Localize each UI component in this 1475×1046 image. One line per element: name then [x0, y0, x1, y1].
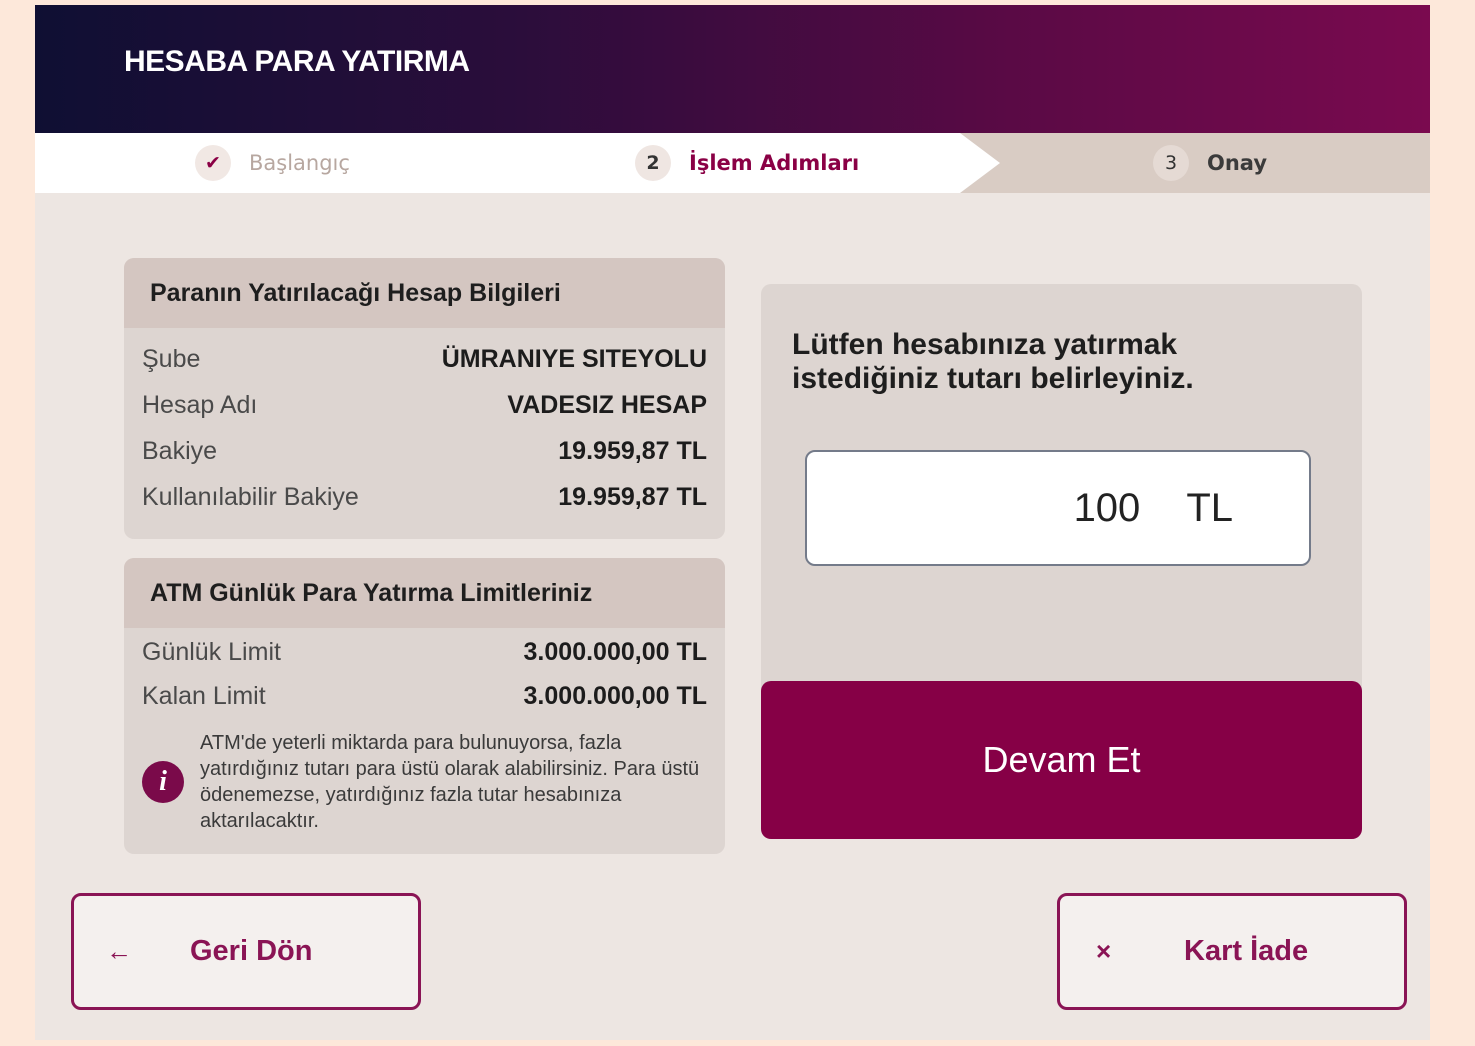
row-value: 19.959,87 TL [558, 436, 707, 465]
info-row-balance: Bakiye 19.959,87 TL [142, 434, 707, 468]
close-icon: × [1096, 936, 1112, 966]
amount-value: 100 [1073, 485, 1141, 530]
card-return-button[interactable]: × Kart İade [1057, 893, 1407, 1010]
info-icon: i [142, 761, 184, 803]
card-title: ATM Günlük Para Yatırma Limitleriniz [124, 558, 725, 628]
step-label: İşlem Adımları [689, 151, 860, 175]
limit-row-remaining: Kalan Limit 3.000.000,00 TL [142, 679, 707, 713]
step-label: Başlangıç [249, 151, 350, 175]
row-value: 19.959,87 TL [558, 482, 707, 511]
amount-input[interactable]: 100 TL [805, 450, 1311, 566]
step-start: ✔ Başlangıç [195, 133, 350, 193]
amount-panel: Lütfen hesabınıza yatırmak istediğiniz t… [761, 284, 1362, 704]
progress-stepper: ✔ Başlangıç 2 İşlem Adımları 3 Onay [35, 133, 1430, 193]
row-value: VADESIZ HESAP [507, 390, 707, 419]
step-confirm: 3 Onay [1153, 133, 1267, 193]
row-value: ÜMRANIYE SITEYOLU [441, 344, 707, 373]
currency-label: TL [1186, 485, 1233, 530]
page-title: HESABA PARA YATIRMA [124, 45, 470, 78]
atm-screen: HESABA PARA YATIRMA ✔ Başlangıç 2 İşlem … [35, 5, 1430, 1040]
amount-prompt: Lütfen hesabınıza yatırmak istediğiniz t… [792, 328, 1194, 395]
step-transaction: 2 İşlem Adımları [635, 133, 859, 193]
deposit-limits-card: ATM Günlük Para Yatırma Limitleriniz Gün… [124, 558, 725, 854]
back-label: Geri Dön [190, 935, 313, 967]
row-value: 3.000.000,00 TL [523, 681, 707, 710]
row-label: Günlük Limit [142, 637, 281, 666]
row-value: 3.000.000,00 TL [523, 637, 707, 666]
header: HESABA PARA YATIRMA [35, 5, 1430, 133]
account-info-card: Paranın Yatırılacağı Hesap Bilgileri Şub… [124, 258, 725, 539]
info-row-available-balance: Kullanılabilir Bakiye 19.959,87 TL [142, 480, 707, 514]
info-row-account-name: Hesap Adı VADESIZ HESAP [142, 388, 707, 422]
card-title: Paranın Yatırılacağı Hesap Bilgileri [124, 258, 725, 328]
step-number: 3 [1153, 145, 1189, 181]
row-label: Şube [142, 344, 201, 373]
limit-row-daily: Günlük Limit 3.000.000,00 TL [142, 635, 707, 669]
change-info-note: i ATM'de yeterli miktarda para bulunuyor… [142, 730, 712, 834]
info-text: ATM'de yeterli miktarda para bulunuyorsa… [200, 732, 700, 832]
info-row-branch: Şube ÜMRANIYE SITEYOLU [142, 342, 707, 376]
card-return-label: Kart İade [1184, 935, 1309, 967]
row-label: Hesap Adı [142, 390, 258, 419]
stepper-active-segment [35, 133, 1000, 193]
row-label: Kullanılabilir Bakiye [142, 482, 359, 511]
check-icon: ✔ [195, 145, 231, 181]
step-label: Onay [1207, 151, 1268, 175]
row-label: Kalan Limit [142, 681, 266, 710]
back-button[interactable]: ← Geri Dön [71, 893, 421, 1010]
row-label: Bakiye [142, 436, 218, 465]
step-number: 2 [635, 145, 671, 181]
continue-button[interactable]: Devam Et [761, 681, 1362, 839]
arrow-left-icon: ← [106, 936, 132, 966]
